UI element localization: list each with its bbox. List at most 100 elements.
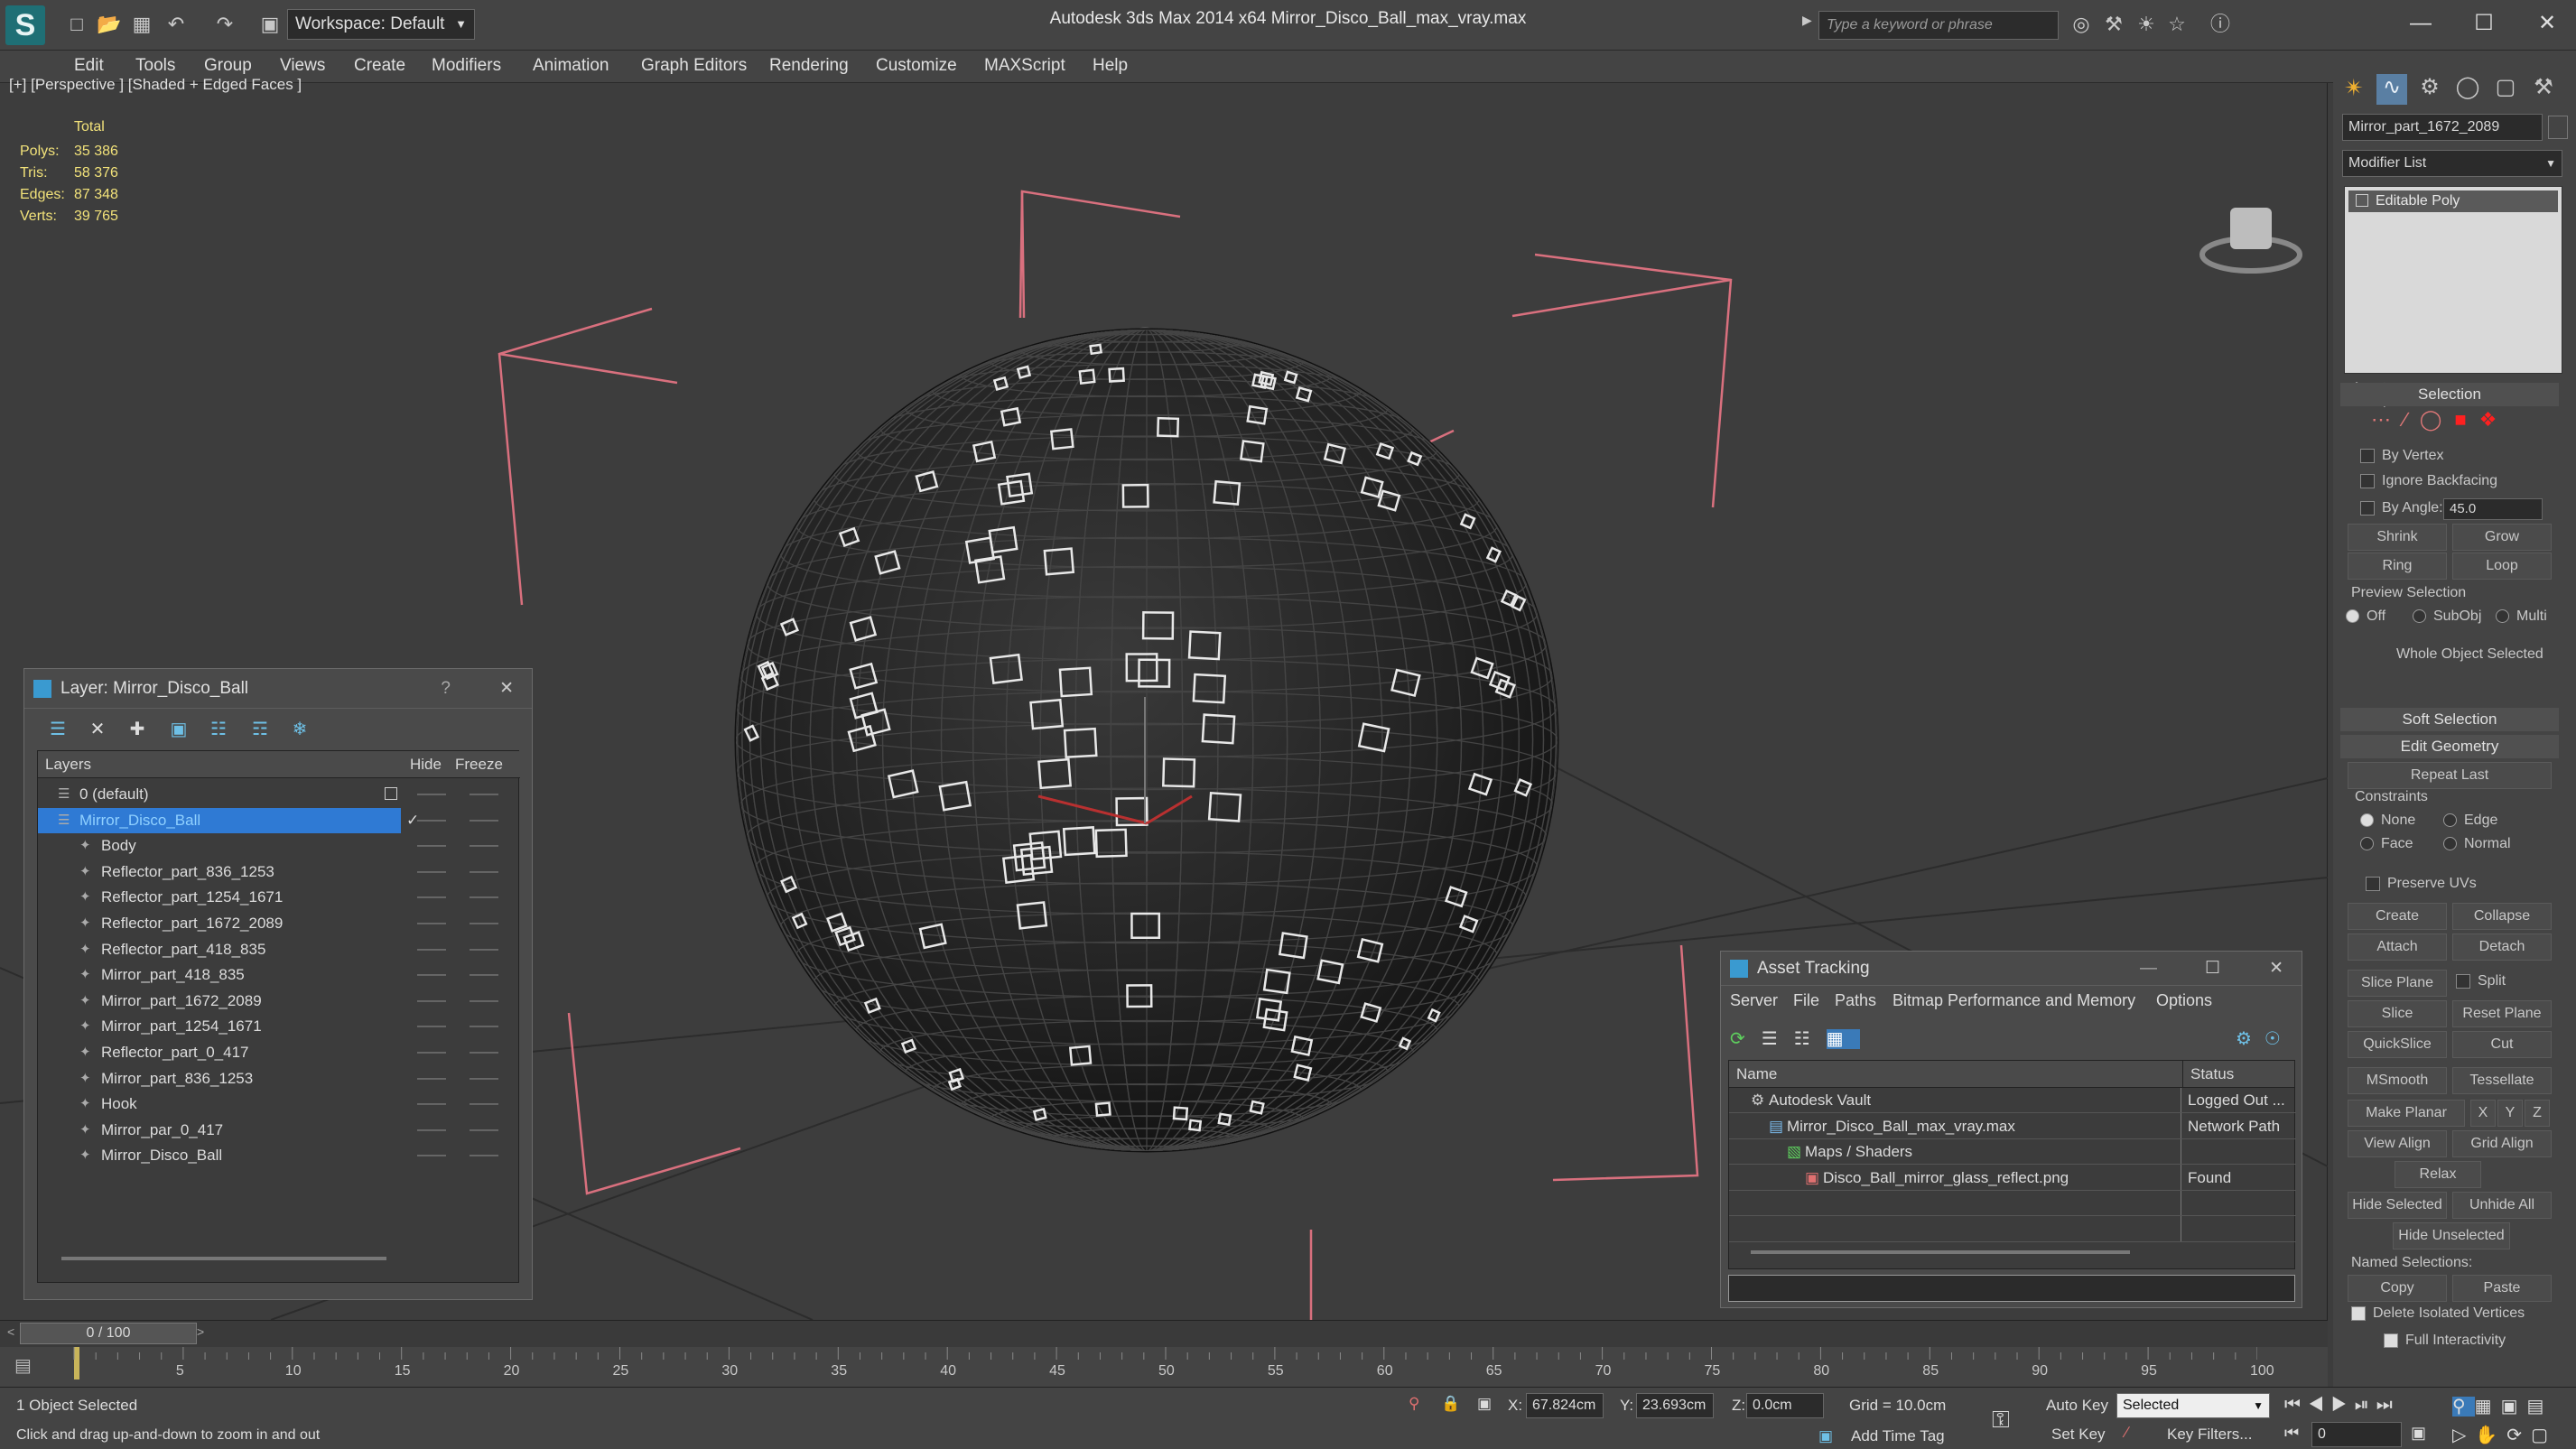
grow-button[interactable]: Grow: [2452, 524, 2552, 551]
layer-dialog-titlebar[interactable]: Layer: Mirror_Disco_Ball ? ✕: [24, 669, 532, 709]
hide-toggle[interactable]: ——: [417, 808, 446, 833]
by-vertex-checkbox[interactable]: By Vertex: [2360, 448, 2443, 464]
menu-create[interactable]: Create: [354, 56, 405, 76]
freeze-toggle[interactable]: ——: [470, 808, 498, 833]
layer-row[interactable]: ✦ Mirror_part_836_1253 —— ——: [38, 1066, 520, 1091]
menu-tools[interactable]: Tools: [135, 56, 175, 76]
track-bar[interactable]: ▤ 5 10 15 20 25 30 35 40 45 50 55 60 65 70 75 80 85 90 95 1…: [0, 1347, 2328, 1387]
current-frame-field[interactable]: 0: [2311, 1422, 2402, 1447]
horizontal-scrollbar[interactable]: [1751, 1250, 2130, 1254]
layer-row[interactable]: ✦ Hook —— ——: [38, 1091, 520, 1117]
hide-toggle[interactable]: ——: [417, 782, 446, 807]
layer-row[interactable]: ✦ Reflector_part_418_835 —— ——: [38, 937, 520, 962]
utilities-tab-icon[interactable]: ⚒: [2528, 74, 2559, 105]
delete-layer-icon[interactable]: ✕: [84, 716, 111, 743]
ring-button[interactable]: Ring: [2348, 553, 2447, 580]
x-coordinate-field[interactable]: 67.824cm: [1526, 1393, 1604, 1418]
close-button[interactable]: ✕: [2269, 952, 2283, 986]
maximize-button[interactable]: ☐: [2452, 5, 2516, 42]
freeze-toggle[interactable]: ——: [470, 859, 498, 885]
prev-frame-icon[interactable]: <: [7, 1324, 14, 1339]
expand-icon[interactable]: [2356, 194, 2368, 207]
tessellate-button[interactable]: Tessellate: [2452, 1067, 2552, 1094]
time-slider[interactable]: < 0 / 100 >: [0, 1320, 2328, 1347]
search-expand-icon[interactable]: ▶: [1802, 13, 1812, 28]
preview-multi-radio[interactable]: Multi: [2496, 608, 2547, 625]
modify-tab-icon[interactable]: ∿: [2376, 74, 2407, 105]
col-status[interactable]: Status: [2182, 1061, 2234, 1088]
key-icon[interactable]: ⚿: [1992, 1406, 2010, 1435]
hide-toggle[interactable]: ——: [417, 937, 446, 962]
copy-button[interactable]: Copy: [2348, 1275, 2447, 1302]
hide-toggle[interactable]: ——: [417, 885, 446, 910]
create-button[interactable]: Create: [2348, 903, 2447, 930]
menu-graph-editors[interactable]: Graph Editors: [641, 56, 747, 76]
menu-modifiers[interactable]: Modifiers: [432, 56, 501, 76]
hide-toggle[interactable]: ——: [417, 1091, 446, 1117]
frame-counter[interactable]: 0 / 100: [20, 1323, 197, 1344]
hide-toggle[interactable]: ——: [417, 989, 446, 1014]
maximize-button[interactable]: ☐: [2205, 952, 2220, 986]
hide-toggle[interactable]: ——: [417, 859, 446, 885]
hide-selected-button[interactable]: Hide Selected: [2348, 1192, 2447, 1219]
freeze-toggle[interactable]: ——: [470, 833, 498, 859]
layer-row[interactable]: ✦ Body —— ——: [38, 833, 520, 859]
freeze-toggle[interactable]: ——: [470, 1143, 498, 1168]
menu-views[interactable]: Views: [280, 56, 325, 76]
hide-all-icon[interactable]: ☶: [246, 716, 274, 743]
hide-unselected-button[interactable]: Hide Unselected: [2393, 1222, 2510, 1249]
hide-toggle[interactable]: ——: [417, 1118, 446, 1143]
shrink-button[interactable]: Shrink: [2348, 524, 2447, 551]
close-button[interactable]: ✕: [499, 669, 514, 709]
key-filters-button[interactable]: Key Filters...: [2167, 1426, 2252, 1444]
loop-button[interactable]: Loop: [2452, 553, 2552, 580]
by-angle-checkbox[interactable]: By Angle:: [2360, 500, 2443, 516]
asset-row[interactable]: ▤ Mirror_Disco_Ball_max_vray.max Network P…: [1729, 1114, 2296, 1139]
help-icon[interactable]: ⓘ: [2207, 11, 2234, 38]
create-layer-icon[interactable]: ☰: [44, 716, 71, 743]
planar-z-button[interactable]: Z: [2525, 1100, 2550, 1127]
menu-file[interactable]: File: [1793, 991, 1819, 1010]
set-key-button[interactable]: Set Key: [2051, 1426, 2106, 1444]
freeze-toggle[interactable]: ——: [470, 885, 498, 910]
communication-center-icon[interactable]: ☀: [2133, 11, 2160, 38]
auto-key-button[interactable]: Auto Key: [2046, 1397, 2108, 1415]
add-to-layer-icon[interactable]: ✚: [124, 716, 151, 743]
angle-spinner[interactable]: 45.0: [2443, 498, 2543, 520]
create-tab-icon[interactable]: ✴: [2339, 74, 2369, 105]
col-layers[interactable]: Layers: [45, 751, 91, 778]
cut-button[interactable]: Cut: [2452, 1031, 2552, 1058]
viewcube-icon[interactable]: [2230, 208, 2272, 249]
horizontal-scrollbar[interactable]: [61, 1257, 386, 1260]
freeze-toggle[interactable]: ——: [470, 1014, 498, 1039]
object-color-swatch[interactable]: [2548, 116, 2568, 139]
collapse-button[interactable]: Collapse: [2452, 903, 2552, 930]
layer-row[interactable]: ✦ Mirror_part_1672_2089 —— ——: [38, 989, 520, 1014]
repeat-last-button[interactable]: Repeat Last: [2348, 762, 2552, 789]
freeze-toggle[interactable]: ——: [470, 782, 498, 807]
split-checkbox[interactable]: Split: [2456, 973, 2506, 989]
layer-row[interactable]: ✦ Reflector_part_1672_2089 —— ——: [38, 911, 520, 936]
delete-isolated-checkbox[interactable]: Delete Isolated Vertices: [2351, 1305, 2525, 1322]
detach-button[interactable]: Detach: [2452, 933, 2552, 961]
freeze-toggle[interactable]: ——: [470, 1091, 498, 1117]
soft-selection-rollout[interactable]: Soft Selection: [2340, 708, 2559, 731]
y-coordinate-field[interactable]: 23.693cm: [1636, 1393, 1714, 1418]
close-button[interactable]: ✕: [2516, 5, 2576, 42]
layer-row[interactable]: ✦ Mirror_part_418_835 —— ——: [38, 962, 520, 988]
binoculars-icon[interactable]: ◎: [2068, 11, 2095, 38]
time-tag-icon[interactable]: ▣: [1818, 1427, 1833, 1445]
next-frame-icon[interactable]: >: [197, 1324, 204, 1339]
hide-toggle[interactable]: ——: [417, 911, 446, 936]
layer-row[interactable]: ✦ Mirror_Disco_Ball —— ——: [38, 1143, 520, 1168]
key-mode-dropdown[interactable]: Selected ▼: [2116, 1393, 2270, 1418]
menu-animation[interactable]: Animation: [533, 56, 609, 76]
freeze-toggle[interactable]: ——: [470, 937, 498, 962]
constraint-none-radio[interactable]: None: [2360, 813, 2415, 829]
quickslice-button[interactable]: QuickSlice: [2348, 1031, 2447, 1058]
view-align-button[interactable]: View Align: [2348, 1130, 2447, 1157]
asset-row[interactable]: ⚙ Autodesk Vault Logged Out ...: [1729, 1088, 2296, 1113]
hide-toggle[interactable]: ——: [417, 962, 446, 988]
msmooth-button[interactable]: MSmooth: [2348, 1067, 2447, 1094]
modifier-list-dropdown[interactable]: Modifier List ▼: [2342, 150, 2562, 177]
